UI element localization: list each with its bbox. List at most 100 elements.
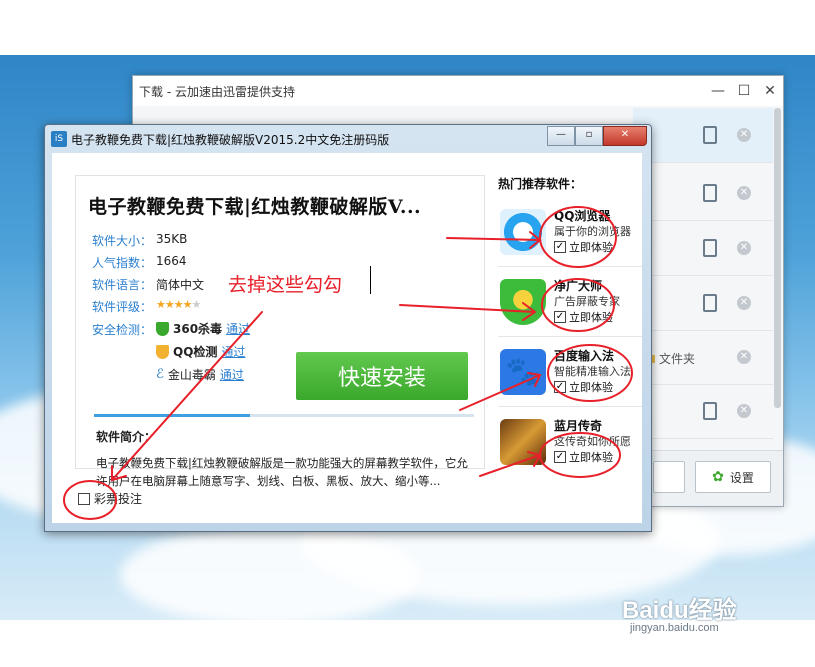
checkbox-box[interactable]: ✓ <box>554 241 566 253</box>
installer-body: 电子教鞭免费下载|红烛教鞭破解版V... 软件大小： 35KB 人气指数： 16… <box>52 153 642 523</box>
scrollbar[interactable] <box>774 108 781 408</box>
maximize-button[interactable]: ▫ <box>575 126 603 146</box>
recommend-name: 百度输入法 <box>554 349 615 363</box>
recommend-item: 🐾 百度输入法 智能精准输入法 ✓ 立即体验 <box>498 339 642 407</box>
size-label: 软件大小： <box>92 234 153 248</box>
installer-titlebar: iS 电子教鞭免费下载|红烛教鞭破解版V2015.2中文免注册码版 — ▫ ✕ <box>45 125 651 153</box>
checkbox-label: 立即体验 <box>569 381 613 394</box>
recommend-desc: 智能精准输入法 <box>554 365 631 378</box>
progress-bar <box>94 414 474 417</box>
minimize-button[interactable]: — <box>547 126 575 146</box>
recommend-item: 净广大师 广告屏蔽专家 ✓ 立即体验 <box>498 269 642 337</box>
watermark-url: jingyan.baidu.com <box>630 622 719 634</box>
folder-link[interactable]: 文件夹 <box>645 350 695 367</box>
download-row[interactable]: ✕ <box>633 221 773 276</box>
check-name: 360杀毒 <box>173 322 223 336</box>
settings-label: 设置 <box>729 470 754 485</box>
close-icon[interactable]: ✕ <box>757 83 783 99</box>
recommend-checkbox[interactable]: ✓ 立即体验 <box>554 379 613 395</box>
device-icon <box>703 126 717 144</box>
intro-text: 电子教鞭免费下载|红烛教鞭破解版是一款功能强大的屏幕教学软件，它允许用户在电脑屏… <box>96 456 468 488</box>
rating-stars: ★★★★★ <box>156 298 201 311</box>
checkbox-label: 立即体验 <box>569 451 613 464</box>
annotation-text: 去掉这些勾勾 <box>228 274 343 296</box>
check-qq: QQ检测 通过 <box>156 343 245 360</box>
checkbox-box[interactable]: ✓ <box>554 311 566 323</box>
close-button[interactable]: ✕ <box>603 126 647 146</box>
remove-icon[interactable]: ✕ <box>737 186 751 200</box>
download-row[interactable]: ✕ <box>633 276 773 331</box>
installer-title: 电子教鞭免费下载|红烛教鞭破解版V2015.2中文免注册码版 <box>71 132 390 147</box>
language-value: 简体中文 <box>156 278 205 292</box>
check-360: 360杀毒 通过 <box>156 320 250 337</box>
popularity-label: 人气指数： <box>92 256 153 270</box>
recommend-heading: 热门推荐软件： <box>498 177 583 191</box>
text-caret <box>370 266 371 294</box>
shield-icon <box>156 344 169 359</box>
software-name: 电子教鞭免费下载|红烛教鞭破解版V... <box>88 196 422 218</box>
folder-label: 文件夹 <box>659 352 696 366</box>
recommend-desc: 这传奇如你所愿 <box>554 435 631 448</box>
size-value: 35KB <box>156 232 188 246</box>
recommend-checkbox[interactable]: ✓ 立即体验 <box>554 449 613 465</box>
intro-heading: 软件简介： <box>96 430 157 444</box>
progress-fill <box>94 414 250 417</box>
recommend-item: QQ浏览器 属于你的浏览器 ✓ 立即体验 <box>498 199 642 267</box>
qq-browser-icon <box>500 209 546 255</box>
download-titlebar: 下载 - 云加速由迅雷提供支持 — ☐ ✕ <box>133 76 783 106</box>
gear-icon: ✿ <box>712 469 724 485</box>
check-name: 金山毒霸 <box>167 368 216 382</box>
check-status-link[interactable]: 通过 <box>220 366 244 383</box>
checkbox-box[interactable] <box>78 492 90 505</box>
recommend-checkbox[interactable]: ✓ 立即体验 <box>554 309 613 325</box>
recommend-name: QQ浏览器 <box>554 209 611 223</box>
game-banner-icon <box>500 419 546 465</box>
software-info-panel: 电子教鞭免费下载|红烛教鞭破解版V... 软件大小： 35KB 人气指数： 16… <box>75 175 485 488</box>
remove-icon[interactable]: ✕ <box>737 241 751 255</box>
security-label: 安全检测： <box>92 323 153 337</box>
check-name: QQ检测 <box>173 345 218 359</box>
remove-icon[interactable]: ✕ <box>737 350 751 364</box>
device-icon <box>703 402 717 420</box>
quick-install-button[interactable]: 快速安装 <box>296 352 468 400</box>
check-status-link[interactable]: 通过 <box>226 320 250 337</box>
adblock-shield-icon <box>500 279 546 325</box>
recommend-name: 净广大师 <box>554 279 603 293</box>
popularity-value: 1664 <box>156 254 187 268</box>
check-status-link[interactable]: 通过 <box>221 343 245 360</box>
device-icon <box>703 239 717 257</box>
checkbox-label: 立即体验 <box>569 241 613 254</box>
divider <box>498 266 642 267</box>
app-icon: iS <box>51 131 67 147</box>
recommend-item: 蓝月传奇 这传奇如你所愿 ✓ 立即体验 <box>498 409 642 477</box>
minimize-icon[interactable]: — <box>705 83 731 99</box>
device-icon <box>703 184 717 202</box>
checkbox-box[interactable]: ✓ <box>554 451 566 463</box>
divider <box>498 336 642 337</box>
baidu-paw-icon: 🐾 <box>500 349 546 395</box>
remove-icon[interactable]: ✕ <box>737 404 751 418</box>
recommend-checkbox[interactable]: ✓ 立即体验 <box>554 239 613 255</box>
download-row[interactable]: ✕ <box>633 384 773 439</box>
watermark-logo: Baidu经验 <box>622 597 737 624</box>
recommend-panel: 热门推荐软件： QQ浏览器 属于你的浏览器 ✓ 立即体验 净广大师 广告屏蔽专家 … <box>498 173 642 503</box>
shield-icon <box>156 321 169 336</box>
download-window-title: 下载 - 云加速由迅雷提供支持 <box>139 84 295 99</box>
download-row[interactable]: ✕ <box>633 166 773 221</box>
recommend-desc: 属于你的浏览器 <box>554 225 631 238</box>
installer-window: iS 电子教鞭免费下载|红烛教鞭破解版V2015.2中文免注册码版 — ▫ ✕ … <box>44 124 652 532</box>
checkbox-box[interactable]: ✓ <box>554 381 566 393</box>
check-kingsoft: ℰ 金山毒霸 通过 <box>156 366 244 383</box>
divider <box>498 406 642 407</box>
footer-button[interactable] <box>653 461 685 493</box>
lottery-checkbox[interactable]: 彩票投注 <box>78 490 142 507</box>
maximize-icon[interactable]: ☐ <box>731 83 757 99</box>
recommend-desc: 广告屏蔽专家 <box>554 295 620 308</box>
remove-icon[interactable]: ✕ <box>737 296 751 310</box>
download-row[interactable]: ✕ <box>633 108 773 163</box>
settings-button[interactable]: ✿ 设置 <box>695 461 771 493</box>
kingsoft-icon: ℰ <box>156 367 164 382</box>
recommend-name: 蓝月传奇 <box>554 419 603 433</box>
device-icon <box>703 294 717 312</box>
remove-icon[interactable]: ✕ <box>737 128 751 142</box>
